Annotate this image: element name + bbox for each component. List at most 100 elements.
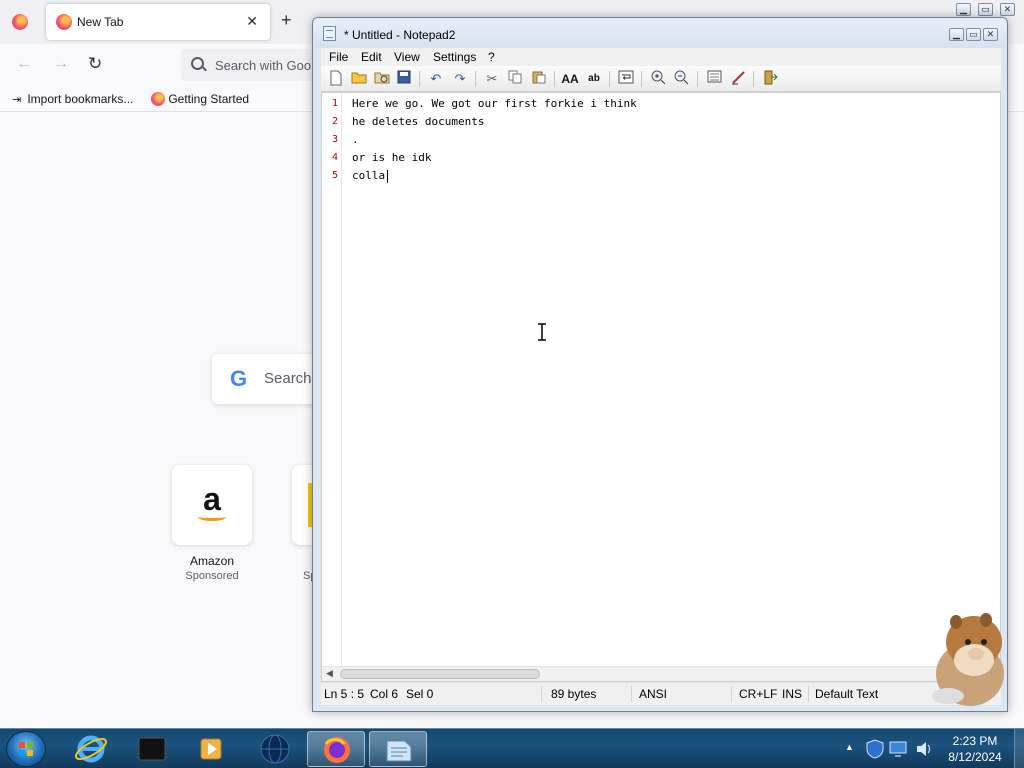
toolbar-separator bbox=[641, 71, 642, 87]
globe-icon bbox=[260, 734, 290, 764]
internet-explorer-icon bbox=[74, 735, 108, 763]
google-search-box[interactable]: G Search bbox=[212, 354, 322, 404]
show-desktop-button[interactable] bbox=[1014, 729, 1024, 768]
windows-logo-icon bbox=[19, 742, 33, 756]
import-icon: ⇥ bbox=[12, 94, 22, 106]
horizontal-scrollbar[interactable]: ◀ bbox=[322, 666, 1000, 681]
status-separator bbox=[808, 686, 809, 702]
menu-edit[interactable]: Edit bbox=[361, 50, 382, 64]
notepad2-window: * Untitled - Notepad2 ▁ ▭ ✕ File Edit Vi… bbox=[312, 17, 1008, 712]
taskbar-internet-explorer[interactable] bbox=[62, 731, 120, 767]
firefox-menu-icon[interactable] bbox=[12, 14, 28, 30]
taskbar-media-player[interactable] bbox=[182, 731, 240, 767]
scroll-left-icon[interactable]: ◀ bbox=[326, 668, 333, 679]
url-bar-placeholder: Search with Goo bbox=[215, 58, 312, 73]
reload-icon[interactable]: ↻ bbox=[88, 54, 102, 74]
system-clock[interactable]: 2:23 PM 8/12/2024 bbox=[940, 733, 1010, 765]
line-number: 3 bbox=[331, 134, 338, 145]
maximize-icon[interactable]: ▭ bbox=[966, 28, 981, 41]
copy-icon[interactable] bbox=[506, 70, 524, 88]
text-line: Here we go. We got our first forkie i th… bbox=[352, 97, 637, 110]
google-icon: G bbox=[230, 366, 248, 391]
bookmark-import[interactable]: ⇥ Import bookmarks... bbox=[12, 92, 133, 106]
line-number: 1 bbox=[331, 98, 338, 109]
text-line: or is he idk bbox=[352, 151, 432, 164]
bookmark-label: Getting Started bbox=[168, 92, 250, 106]
taskbar-firefox[interactable] bbox=[307, 731, 365, 767]
paste-icon[interactable] bbox=[530, 70, 548, 88]
toolbar: ↶ ↷ ✂ AA ab bbox=[321, 66, 1001, 92]
status-position: Ln 5 : 5 bbox=[324, 687, 365, 701]
taskbar-notepad[interactable] bbox=[369, 731, 427, 767]
tab-new-tab[interactable]: New Tab ✕ bbox=[46, 4, 270, 40]
taskbar-globe[interactable] bbox=[246, 731, 304, 767]
browse-icon[interactable] bbox=[373, 70, 391, 88]
terminal-icon bbox=[138, 737, 166, 761]
line-number: 5 bbox=[331, 170, 338, 181]
status-separator bbox=[731, 686, 732, 702]
forward-icon[interactable]: → bbox=[53, 55, 69, 73]
text-line: . bbox=[352, 133, 359, 146]
text-line: he deletes documents bbox=[352, 115, 485, 128]
scrollbar-thumb[interactable] bbox=[340, 669, 540, 679]
exit-icon[interactable] bbox=[761, 70, 779, 88]
line-number-gutter: 1 2 3 4 5 bbox=[322, 93, 342, 667]
firefox-tab-icon bbox=[56, 14, 72, 30]
toolbar-separator bbox=[697, 71, 698, 87]
customize-icon[interactable] bbox=[729, 70, 747, 88]
status-selection: Sel 0 bbox=[406, 687, 434, 701]
word-wrap-icon[interactable] bbox=[617, 70, 635, 88]
search-icon bbox=[191, 57, 204, 70]
menu-settings[interactable]: Settings bbox=[433, 50, 476, 64]
line-number: 2 bbox=[331, 116, 338, 127]
volume-icon[interactable] bbox=[914, 739, 934, 759]
close-tab-icon[interactable]: ✕ bbox=[246, 13, 258, 30]
close-icon[interactable]: ✕ bbox=[1000, 3, 1015, 16]
zoom-out-icon[interactable] bbox=[672, 70, 690, 88]
status-separator bbox=[631, 686, 632, 702]
taskbar-terminal[interactable] bbox=[122, 731, 180, 767]
menu-bar: File Edit View Settings ? bbox=[321, 48, 1001, 66]
menu-file[interactable]: File bbox=[329, 50, 348, 64]
tile-sponsored: Sponsored bbox=[185, 570, 239, 582]
text-line: colla bbox=[352, 169, 386, 182]
clock-time: 2:23 PM bbox=[952, 734, 998, 748]
back-icon[interactable]: ← bbox=[16, 55, 32, 73]
menu-help[interactable]: ? bbox=[488, 50, 495, 64]
new-tab-button[interactable]: + bbox=[281, 10, 292, 31]
toolbar-separator bbox=[419, 71, 420, 87]
status-mode[interactable]: INS bbox=[782, 687, 802, 701]
shortcut-tile-amazon[interactable]: a bbox=[172, 465, 252, 545]
minimize-icon[interactable]: ▁ bbox=[956, 3, 971, 16]
network-icon[interactable] bbox=[888, 740, 908, 758]
close-icon[interactable]: ✕ bbox=[983, 28, 998, 41]
maximize-icon[interactable]: ▭ bbox=[978, 3, 993, 16]
find-icon[interactable]: AA bbox=[561, 70, 579, 88]
start-button[interactable] bbox=[6, 731, 46, 767]
show-hidden-icons-icon[interactable]: ▲ bbox=[845, 742, 854, 752]
minimize-icon[interactable]: ▁ bbox=[949, 28, 964, 41]
new-file-icon[interactable] bbox=[327, 70, 345, 88]
menu-view[interactable]: View bbox=[394, 50, 420, 64]
window-title: * Untitled - Notepad2 bbox=[344, 28, 456, 42]
scheme-icon[interactable] bbox=[705, 70, 723, 88]
redo-icon[interactable]: ↷ bbox=[451, 70, 469, 88]
cut-icon[interactable]: ✂ bbox=[483, 70, 501, 88]
text-editor[interactable]: 1 2 3 4 5 Here we go. We got our first f… bbox=[321, 92, 1001, 682]
open-file-icon[interactable] bbox=[350, 70, 368, 88]
replace-icon[interactable]: ab bbox=[585, 70, 603, 88]
taskbar: ▲ 2:23 PM 8/12/2024 bbox=[0, 728, 1024, 768]
status-encoding[interactable]: ANSI bbox=[639, 687, 667, 701]
notepad-icon bbox=[323, 26, 336, 41]
security-shield-icon[interactable] bbox=[864, 739, 886, 759]
status-line-endings[interactable]: CR+LF bbox=[739, 687, 777, 701]
save-icon[interactable] bbox=[395, 70, 413, 88]
title-bar[interactable]: * Untitled - Notepad2 ▁ ▭ ✕ bbox=[313, 18, 1007, 48]
status-separator bbox=[541, 686, 542, 702]
status-size: 89 bytes bbox=[551, 687, 597, 701]
zoom-in-icon[interactable] bbox=[649, 70, 667, 88]
line-number: 4 bbox=[331, 152, 338, 163]
bookmark-getting-started[interactable]: Getting Started bbox=[151, 92, 249, 106]
status-scheme[interactable]: Default Text bbox=[815, 687, 878, 701]
undo-icon[interactable]: ↶ bbox=[427, 70, 445, 88]
